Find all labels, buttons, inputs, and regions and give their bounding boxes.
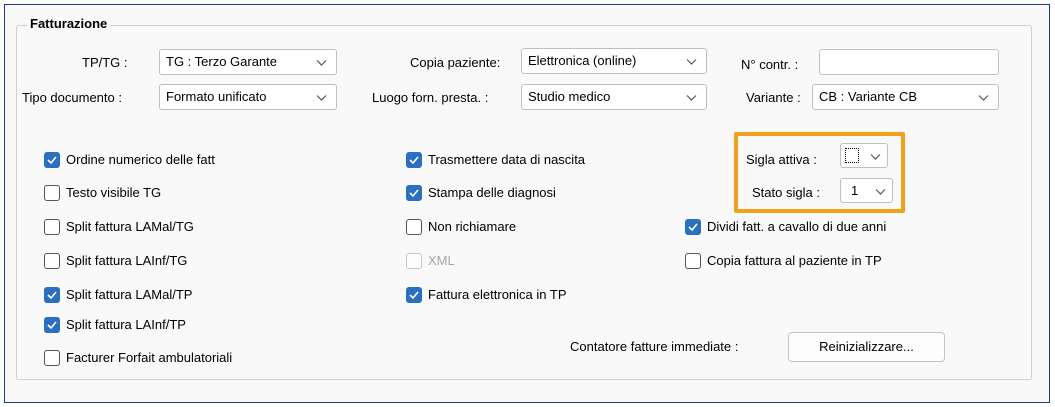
checkmark-icon <box>47 291 57 300</box>
chevron-down-icon <box>686 95 697 101</box>
checkmark-icon <box>409 189 419 198</box>
copia-paziente-select[interactable]: Elettronica (online) <box>521 48 707 74</box>
variante-value: CB : Variante CB <box>819 89 918 104</box>
checkbox-label: Copia fattura al paziente in TP <box>707 253 882 268</box>
checkbox-label: Trasmettere data di nascita <box>428 152 586 167</box>
checkmark-icon <box>409 291 419 300</box>
tp-tg-label: TP/TG : <box>82 55 128 70</box>
checkbox-label: Dividi fatt. a cavallo di due anni <box>707 219 887 234</box>
checkbox-box[interactable] <box>685 219 701 235</box>
checkbox-box[interactable] <box>44 317 60 333</box>
checkbox-box[interactable] <box>44 219 60 235</box>
checkbox-label: Testo visibile TG <box>66 185 162 200</box>
luogo-value: Studio medico <box>528 89 611 104</box>
checkbox-label: Fattura elettronica in TP <box>428 287 567 302</box>
copia-paziente-value: Elettronica (online) <box>528 53 637 68</box>
checkbox-box[interactable] <box>685 253 701 269</box>
checkbox-label: Non richiamare <box>428 219 517 234</box>
chevron-down-icon <box>686 59 697 65</box>
checkbox-box[interactable] <box>44 152 60 168</box>
reinizializzare-button[interactable]: Reinizializzare... <box>788 332 945 362</box>
checkbox-label: Ordine numerico delle fatt <box>66 152 215 167</box>
contatore-label: Contatore fatture immediate : <box>570 339 739 354</box>
checkbox-label: XML <box>428 253 455 268</box>
n-contr-input[interactable] <box>819 49 999 75</box>
checkbox-box[interactable] <box>44 350 60 366</box>
checkbox-box[interactable] <box>44 287 60 303</box>
chevron-down-icon <box>978 95 989 101</box>
group-title: Fatturazione <box>27 16 111 31</box>
checkbox-label: Split fattura LAMal/TP <box>66 287 193 302</box>
copia-paziente-label: Copia paziente: <box>410 55 501 70</box>
checkbox-label: Facturer Forfait ambulatoriali <box>66 350 233 365</box>
checkbox-box[interactable] <box>44 185 60 201</box>
tipo-documento-value: Formato unificato <box>166 89 267 104</box>
chevron-down-icon <box>316 95 327 101</box>
checkmark-icon <box>47 156 57 165</box>
checkbox-label: Stampa delle diagnosi <box>428 185 556 200</box>
variante-select[interactable]: CB : Variante CB <box>812 84 999 110</box>
luogo-select[interactable]: Studio medico <box>521 84 707 110</box>
chevron-down-icon <box>316 60 327 66</box>
tipo-documento-select[interactable]: Formato unificato <box>159 84 337 110</box>
checkbox-label: Split fattura LAInf/TP <box>66 317 186 332</box>
checkbox-box[interactable] <box>406 219 422 235</box>
checkbox-box[interactable] <box>406 152 422 168</box>
variante-label: Variante : <box>746 90 801 105</box>
n-contr-label: N° contr. : <box>741 57 799 72</box>
checkbox-label: Split fattura LAInf/TG <box>66 253 188 268</box>
checkbox-box[interactable] <box>44 253 60 269</box>
tp-tg-select[interactable]: TG : Terzo Garante <box>159 49 337 75</box>
checkmark-icon <box>409 156 419 165</box>
checkbox-box <box>406 253 422 269</box>
checkmark-icon <box>47 321 57 330</box>
checkbox-box[interactable] <box>406 287 422 303</box>
luogo-label: Luogo forn. presta. : <box>372 90 489 105</box>
tp-tg-value: TG : Terzo Garante <box>166 54 278 69</box>
highlight-box <box>734 132 905 213</box>
tipo-documento-label: Tipo documento : <box>22 90 122 105</box>
checkbox-box[interactable] <box>406 185 422 201</box>
checkmark-icon <box>688 223 698 232</box>
checkbox-label: Split fattura LAMal/TG <box>66 219 194 234</box>
